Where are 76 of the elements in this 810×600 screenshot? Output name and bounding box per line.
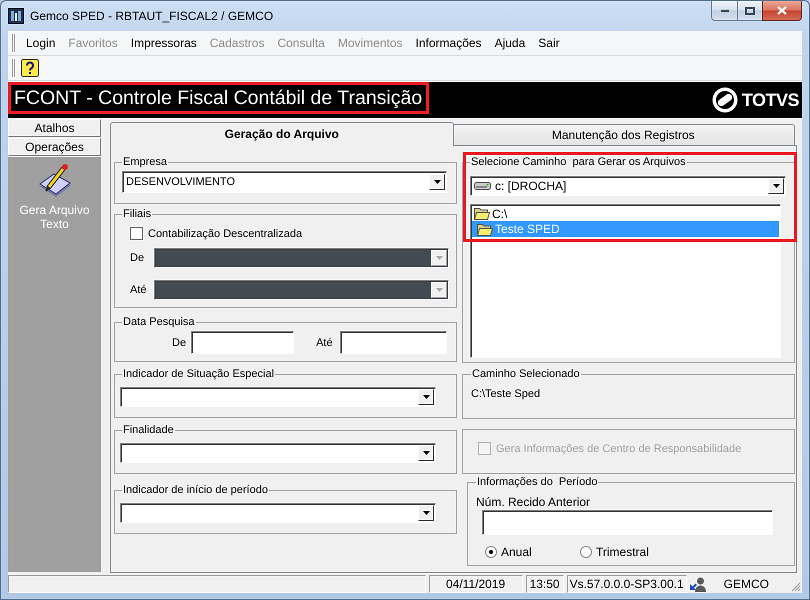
- logo-text: TOTVS: [742, 90, 799, 110]
- time-panel: 13:50: [526, 575, 564, 593]
- caret-icon: [772, 184, 780, 188]
- drive-icon: [474, 181, 491, 191]
- close-button[interactable]: [762, 1, 802, 21]
- group-label: Informações do Período: [476, 475, 598, 489]
- radio-button[interactable]: [580, 546, 592, 558]
- radio-button[interactable]: [485, 546, 497, 558]
- tab[interactable]: Manutenção dos Registros: [452, 124, 795, 145]
- field-label: Núm. Recido Anterior: [476, 495, 590, 509]
- group-label: Selecione Caminho para Gerar os Arquivos: [470, 155, 687, 169]
- field-label: Até: [316, 336, 333, 348]
- section-button[interactable]: Atalhos: [8, 119, 101, 137]
- date-input[interactable]: [191, 331, 294, 354]
- checkbox-label: Contabilização Descentralizada: [148, 228, 302, 240]
- menu-item[interactable]: Login: [20, 34, 62, 52]
- pencil-paper-icon: [38, 163, 72, 197]
- maximize-icon: [745, 6, 755, 14]
- menu-item[interactable]: Sair: [532, 34, 566, 52]
- help-icon[interactable]: [20, 58, 40, 78]
- input-field[interactable]: [482, 510, 773, 535]
- dropdown[interactable]: DESENVOLVIMENTO: [122, 171, 447, 193]
- version-panel: Vs.57.0.0.0-SP3.00.1: [566, 575, 687, 593]
- menu-item[interactable]: Ajuda: [488, 34, 532, 52]
- minimize-icon: [720, 8, 730, 12]
- close-icon: [777, 6, 787, 15]
- minimize-button[interactable]: [711, 1, 737, 21]
- caret-icon: [434, 180, 440, 184]
- group-label: Finalidade: [122, 423, 175, 437]
- user-name: GEMCO: [724, 577, 769, 591]
- group-label: Filiais: [122, 207, 152, 221]
- tab[interactable]: Geração do Arquivo: [110, 122, 454, 146]
- dropdown-button[interactable]: [418, 389, 434, 405]
- folder-icon: [474, 207, 490, 220]
- grip-icon[interactable]: [12, 34, 15, 52]
- group-label: Indicador de Situação Especial: [122, 367, 276, 381]
- group-label: Empresa: [122, 155, 168, 169]
- dropdown-button[interactable]: [418, 505, 434, 521]
- logo-icon: [712, 87, 738, 113]
- group-label: Indicador de início de período: [122, 483, 269, 497]
- group-label: Data Pesquisa: [122, 315, 196, 329]
- window-title: Gemco SPED - RBTAUT_FISCAL2 / GEMCO: [30, 9, 274, 23]
- field-label: De: [172, 336, 186, 348]
- dropdown[interactable]: [120, 387, 436, 407]
- app-icon: [8, 8, 24, 24]
- dropdown-button[interactable]: [768, 178, 784, 194]
- field-label: De: [130, 252, 146, 264]
- caret-icon: [422, 395, 430, 399]
- path-value: C:\Teste Sped: [471, 388, 540, 400]
- checkbox-label: Gera Informações de Centro de Responsabilidade: [496, 442, 742, 454]
- date-input[interactable]: [340, 331, 447, 354]
- caret-icon: [422, 511, 430, 515]
- section-button[interactable]: Operações: [8, 138, 101, 156]
- radio-label: Anual: [501, 545, 532, 559]
- resize-grip-icon[interactable]: [791, 582, 801, 592]
- drive-dropdown[interactable]: c: [DROCHA]: [470, 176, 786, 196]
- date-panel: 04/11/2019: [428, 575, 523, 593]
- field-label: Até: [130, 284, 148, 296]
- group-label: Caminho Selecionado: [471, 367, 581, 381]
- caret-icon: [436, 256, 442, 260]
- caret-icon: [436, 288, 442, 292]
- dropdown[interactable]: [120, 503, 436, 523]
- caret-icon: [422, 451, 430, 455]
- grip-icon[interactable]: [12, 59, 15, 77]
- menu-item[interactable]: Informações: [410, 34, 488, 52]
- menu-item[interactable]: Impressoras: [124, 34, 203, 52]
- dropdown-button[interactable]: [429, 174, 445, 190]
- dropdown[interactable]: [120, 443, 436, 463]
- dropdown-button[interactable]: [418, 445, 434, 461]
- header-title: FCONT - Controle Fiscal Contábil de Transição: [8, 82, 430, 114]
- maximize-button[interactable]: [737, 1, 762, 21]
- radio-label: Trimestral: [596, 545, 649, 559]
- user-icon: [690, 576, 706, 592]
- tree-item[interactable]: C:\: [472, 206, 779, 221]
- folder-icon: [477, 222, 493, 236]
- checkbox[interactable]: [130, 227, 143, 240]
